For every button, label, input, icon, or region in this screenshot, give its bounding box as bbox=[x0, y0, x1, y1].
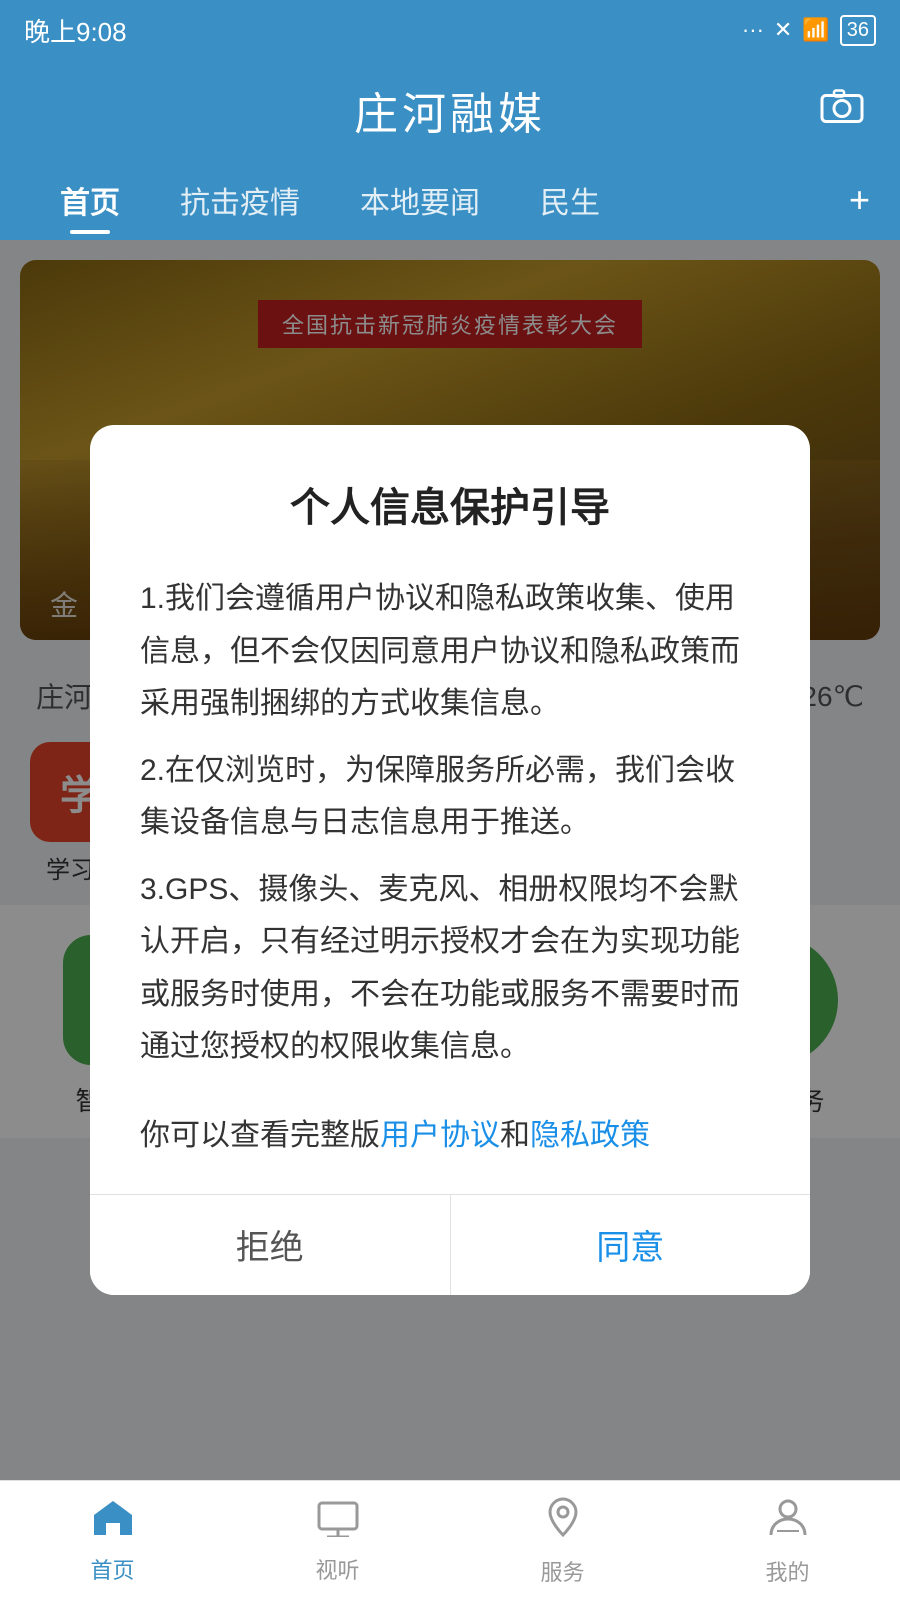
mine-icon bbox=[765, 1495, 811, 1549]
tab-add-button[interactable]: + bbox=[849, 179, 870, 221]
modal-actions: 拒绝 同意 bbox=[90, 1194, 810, 1295]
modal-title: 个人信息保护引导 bbox=[140, 475, 760, 533]
home-icon bbox=[90, 1497, 136, 1547]
signal-icon: ✕ bbox=[774, 17, 792, 43]
bottom-service-label: 服务 bbox=[540, 1555, 584, 1587]
privacy-modal: 个人信息保护引导 1.我们会遵循用户协议和隐私政策收集、使用信息，但不会仅因同意… bbox=[90, 425, 810, 1295]
camera-button[interactable] bbox=[820, 88, 864, 133]
battery-indicator: 36 bbox=[840, 15, 876, 46]
bottom-av-label: 视听 bbox=[315, 1553, 359, 1585]
modal-paragraph-3: 3.GPS、摄像头、麦克风、相册权限均不会默认开启，只有经过明示授权才会在为实现… bbox=[140, 864, 760, 1074]
wifi-icon: 📶 bbox=[802, 17, 829, 43]
modal-body: 1.我们会遵循用户协议和隐私政策收集、使用信息，但不会仅因同意用户协议和隐私政策… bbox=[140, 573, 760, 1074]
main-content: 全国抗击新冠肺炎疫情表彰大会 金 庄河 /26℃ 学 学习... 庄 bbox=[0, 240, 900, 1480]
modal-overlay: 个人信息保护引导 1.我们会遵循用户协议和隐私政策收集、使用信息，但不会仅因同意… bbox=[0, 240, 900, 1480]
bottom-nav: 首页 视听 服务 我的 bbox=[0, 1480, 900, 1600]
modal-link-prefix: 你可以查看完整版 bbox=[140, 1119, 380, 1152]
bottom-mine-label: 我的 bbox=[765, 1555, 809, 1587]
tab-local-news[interactable]: 本地要闻 bbox=[330, 160, 510, 240]
status-bar: 晚上9:08 ··· ✕ 📶 36 bbox=[0, 0, 900, 60]
bottom-nav-service[interactable]: 服务 bbox=[450, 1495, 675, 1587]
bottom-home-label: 首页 bbox=[90, 1553, 134, 1585]
bottom-nav-av[interactable]: 视听 bbox=[225, 1497, 450, 1585]
status-time: 晚上9:08 bbox=[24, 12, 127, 49]
agree-button[interactable]: 同意 bbox=[451, 1195, 811, 1295]
status-icons: ··· ✕ 📶 36 bbox=[742, 15, 876, 46]
tab-livelihood[interactable]: 民生 bbox=[510, 160, 630, 240]
modal-link-row: 你可以查看完整版用户协议和隐私政策 bbox=[140, 1110, 760, 1154]
app-header: 庄河融媒 bbox=[0, 60, 900, 160]
modal-link-conjunction: 和 bbox=[500, 1119, 530, 1152]
user-agreement-link[interactable]: 用户协议 bbox=[380, 1119, 500, 1152]
app-title: 庄河融媒 bbox=[354, 78, 546, 142]
privacy-policy-link[interactable]: 隐私政策 bbox=[530, 1119, 650, 1152]
tab-epidemic[interactable]: 抗击疫情 bbox=[150, 160, 330, 240]
modal-paragraph-2: 2.在仅浏览时，为保障服务所必需，我们会收集设备信息与日志信息用于推送。 bbox=[140, 745, 760, 850]
bottom-nav-home[interactable]: 首页 bbox=[0, 1497, 225, 1585]
tab-home[interactable]: 首页 bbox=[30, 160, 150, 240]
modal-paragraph-1: 1.我们会遵循用户协议和隐私政策收集、使用信息，但不会仅因同意用户协议和隐私政策… bbox=[140, 573, 760, 731]
reject-button[interactable]: 拒绝 bbox=[90, 1195, 451, 1295]
service-icon bbox=[540, 1495, 586, 1549]
nav-tabs-bar: 首页 抗击疫情 本地要闻 民生 + bbox=[0, 160, 900, 240]
av-icon bbox=[315, 1497, 361, 1547]
bottom-nav-mine[interactable]: 我的 bbox=[675, 1495, 900, 1587]
dots-icon: ··· bbox=[742, 17, 764, 43]
